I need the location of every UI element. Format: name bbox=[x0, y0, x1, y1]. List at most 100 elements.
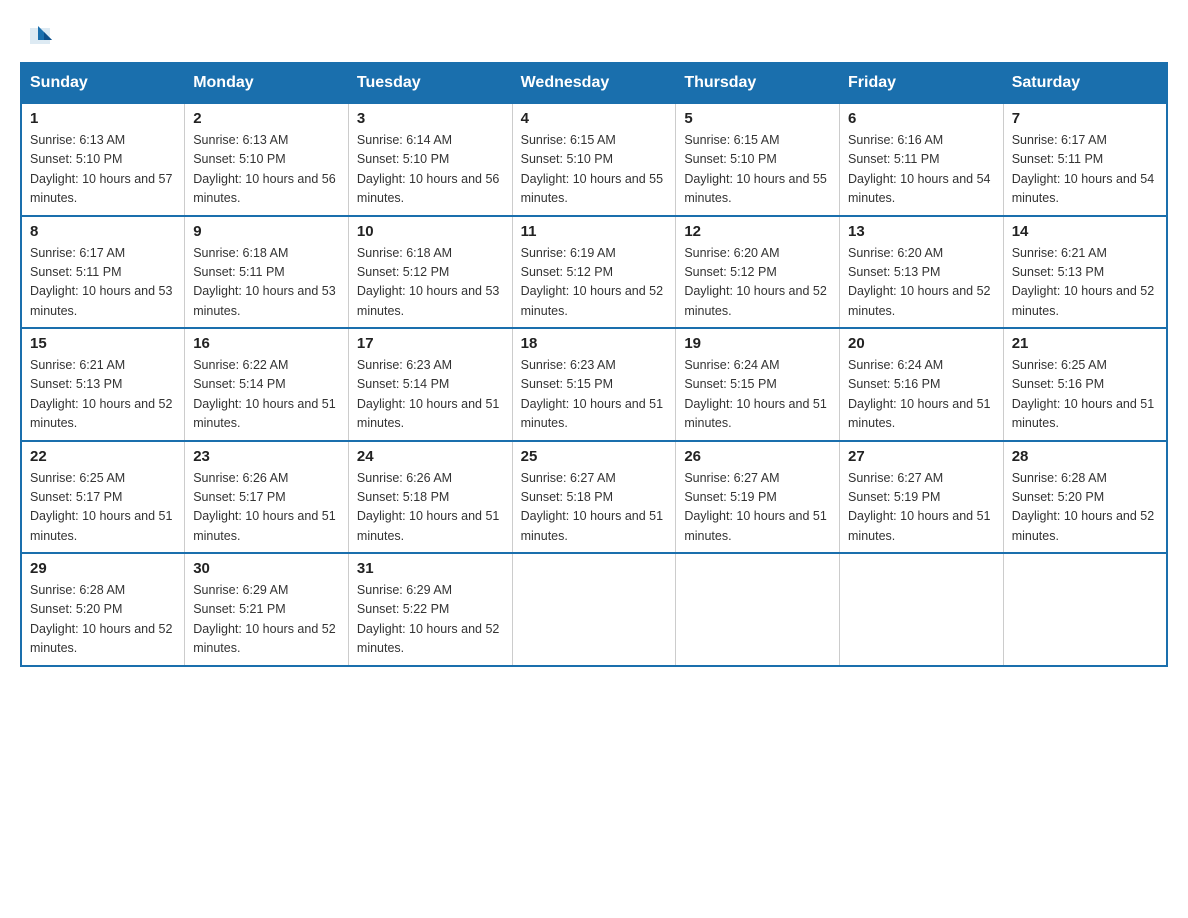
weekday-header-wednesday: Wednesday bbox=[512, 63, 676, 103]
day-info: Sunrise: 6:20 AMSunset: 5:13 PMDaylight:… bbox=[848, 246, 990, 318]
day-number: 3 bbox=[357, 110, 504, 127]
day-number: 8 bbox=[30, 223, 176, 240]
logo bbox=[20, 20, 54, 46]
day-info: Sunrise: 6:27 AMSunset: 5:19 PMDaylight:… bbox=[684, 471, 826, 543]
day-info: Sunrise: 6:26 AMSunset: 5:18 PMDaylight:… bbox=[357, 471, 499, 543]
calendar-cell: 18 Sunrise: 6:23 AMSunset: 5:15 PMDaylig… bbox=[512, 328, 676, 441]
calendar-cell: 3 Sunrise: 6:14 AMSunset: 5:10 PMDayligh… bbox=[348, 103, 512, 216]
calendar-cell: 23 Sunrise: 6:26 AMSunset: 5:17 PMDaylig… bbox=[185, 441, 349, 554]
day-info: Sunrise: 6:29 AMSunset: 5:21 PMDaylight:… bbox=[193, 583, 335, 655]
calendar-header-row: SundayMondayTuesdayWednesdayThursdayFrid… bbox=[21, 63, 1167, 103]
day-info: Sunrise: 6:17 AMSunset: 5:11 PMDaylight:… bbox=[1012, 133, 1154, 205]
calendar-cell: 4 Sunrise: 6:15 AMSunset: 5:10 PMDayligh… bbox=[512, 103, 676, 216]
day-number: 27 bbox=[848, 448, 995, 465]
day-info: Sunrise: 6:18 AMSunset: 5:12 PMDaylight:… bbox=[357, 246, 499, 318]
calendar-cell: 25 Sunrise: 6:27 AMSunset: 5:18 PMDaylig… bbox=[512, 441, 676, 554]
calendar-cell: 10 Sunrise: 6:18 AMSunset: 5:12 PMDaylig… bbox=[348, 216, 512, 329]
calendar-cell: 17 Sunrise: 6:23 AMSunset: 5:14 PMDaylig… bbox=[348, 328, 512, 441]
day-info: Sunrise: 6:16 AMSunset: 5:11 PMDaylight:… bbox=[848, 133, 990, 205]
day-info: Sunrise: 6:21 AMSunset: 5:13 PMDaylight:… bbox=[1012, 246, 1154, 318]
calendar-cell: 14 Sunrise: 6:21 AMSunset: 5:13 PMDaylig… bbox=[1003, 216, 1167, 329]
weekday-header-friday: Friday bbox=[840, 63, 1004, 103]
day-number: 23 bbox=[193, 448, 340, 465]
calendar-cell: 16 Sunrise: 6:22 AMSunset: 5:14 PMDaylig… bbox=[185, 328, 349, 441]
calendar-cell bbox=[1003, 553, 1167, 666]
day-info: Sunrise: 6:26 AMSunset: 5:17 PMDaylight:… bbox=[193, 471, 335, 543]
day-info: Sunrise: 6:23 AMSunset: 5:15 PMDaylight:… bbox=[521, 358, 663, 430]
calendar-cell: 30 Sunrise: 6:29 AMSunset: 5:21 PMDaylig… bbox=[185, 553, 349, 666]
calendar-cell: 2 Sunrise: 6:13 AMSunset: 5:10 PMDayligh… bbox=[185, 103, 349, 216]
day-number: 12 bbox=[684, 223, 831, 240]
calendar-cell: 28 Sunrise: 6:28 AMSunset: 5:20 PMDaylig… bbox=[1003, 441, 1167, 554]
day-number: 2 bbox=[193, 110, 340, 127]
calendar-cell: 19 Sunrise: 6:24 AMSunset: 5:15 PMDaylig… bbox=[676, 328, 840, 441]
calendar-cell: 13 Sunrise: 6:20 AMSunset: 5:13 PMDaylig… bbox=[840, 216, 1004, 329]
weekday-header-monday: Monday bbox=[185, 63, 349, 103]
weekday-header-tuesday: Tuesday bbox=[348, 63, 512, 103]
day-number: 20 bbox=[848, 335, 995, 352]
day-number: 29 bbox=[30, 560, 176, 577]
day-number: 17 bbox=[357, 335, 504, 352]
day-info: Sunrise: 6:29 AMSunset: 5:22 PMDaylight:… bbox=[357, 583, 499, 655]
weekday-header-thursday: Thursday bbox=[676, 63, 840, 103]
day-number: 15 bbox=[30, 335, 176, 352]
day-info: Sunrise: 6:13 AMSunset: 5:10 PMDaylight:… bbox=[193, 133, 335, 205]
day-number: 10 bbox=[357, 223, 504, 240]
weekday-header-saturday: Saturday bbox=[1003, 63, 1167, 103]
day-info: Sunrise: 6:17 AMSunset: 5:11 PMDaylight:… bbox=[30, 246, 172, 318]
calendar-cell: 24 Sunrise: 6:26 AMSunset: 5:18 PMDaylig… bbox=[348, 441, 512, 554]
day-info: Sunrise: 6:27 AMSunset: 5:18 PMDaylight:… bbox=[521, 471, 663, 543]
calendar-cell: 6 Sunrise: 6:16 AMSunset: 5:11 PMDayligh… bbox=[840, 103, 1004, 216]
day-info: Sunrise: 6:14 AMSunset: 5:10 PMDaylight:… bbox=[357, 133, 499, 205]
logo-icon bbox=[22, 20, 54, 52]
calendar-cell: 8 Sunrise: 6:17 AMSunset: 5:11 PMDayligh… bbox=[21, 216, 185, 329]
calendar-cell bbox=[840, 553, 1004, 666]
day-number: 9 bbox=[193, 223, 340, 240]
weekday-header-sunday: Sunday bbox=[21, 63, 185, 103]
day-number: 28 bbox=[1012, 448, 1158, 465]
day-info: Sunrise: 6:25 AMSunset: 5:17 PMDaylight:… bbox=[30, 471, 172, 543]
calendar-week-row: 29 Sunrise: 6:28 AMSunset: 5:20 PMDaylig… bbox=[21, 553, 1167, 666]
day-number: 6 bbox=[848, 110, 995, 127]
calendar-table: SundayMondayTuesdayWednesdayThursdayFrid… bbox=[20, 62, 1168, 667]
calendar-cell bbox=[676, 553, 840, 666]
calendar-week-row: 15 Sunrise: 6:21 AMSunset: 5:13 PMDaylig… bbox=[21, 328, 1167, 441]
day-number: 25 bbox=[521, 448, 668, 465]
calendar-cell: 11 Sunrise: 6:19 AMSunset: 5:12 PMDaylig… bbox=[512, 216, 676, 329]
day-info: Sunrise: 6:13 AMSunset: 5:10 PMDaylight:… bbox=[30, 133, 172, 205]
day-number: 21 bbox=[1012, 335, 1158, 352]
day-number: 1 bbox=[30, 110, 176, 127]
day-info: Sunrise: 6:23 AMSunset: 5:14 PMDaylight:… bbox=[357, 358, 499, 430]
day-info: Sunrise: 6:19 AMSunset: 5:12 PMDaylight:… bbox=[521, 246, 663, 318]
day-number: 7 bbox=[1012, 110, 1158, 127]
calendar-cell: 22 Sunrise: 6:25 AMSunset: 5:17 PMDaylig… bbox=[21, 441, 185, 554]
day-info: Sunrise: 6:15 AMSunset: 5:10 PMDaylight:… bbox=[684, 133, 826, 205]
day-info: Sunrise: 6:28 AMSunset: 5:20 PMDaylight:… bbox=[1012, 471, 1154, 543]
day-number: 22 bbox=[30, 448, 176, 465]
calendar-cell: 1 Sunrise: 6:13 AMSunset: 5:10 PMDayligh… bbox=[21, 103, 185, 216]
day-number: 31 bbox=[357, 560, 504, 577]
day-info: Sunrise: 6:20 AMSunset: 5:12 PMDaylight:… bbox=[684, 246, 826, 318]
day-number: 30 bbox=[193, 560, 340, 577]
day-number: 11 bbox=[521, 223, 668, 240]
calendar-week-row: 8 Sunrise: 6:17 AMSunset: 5:11 PMDayligh… bbox=[21, 216, 1167, 329]
day-number: 4 bbox=[521, 110, 668, 127]
calendar-cell: 29 Sunrise: 6:28 AMSunset: 5:20 PMDaylig… bbox=[21, 553, 185, 666]
day-number: 19 bbox=[684, 335, 831, 352]
day-info: Sunrise: 6:15 AMSunset: 5:10 PMDaylight:… bbox=[521, 133, 663, 205]
day-info: Sunrise: 6:18 AMSunset: 5:11 PMDaylight:… bbox=[193, 246, 335, 318]
calendar-week-row: 22 Sunrise: 6:25 AMSunset: 5:17 PMDaylig… bbox=[21, 441, 1167, 554]
day-number: 16 bbox=[193, 335, 340, 352]
page-header bbox=[20, 20, 1168, 46]
calendar-cell: 12 Sunrise: 6:20 AMSunset: 5:12 PMDaylig… bbox=[676, 216, 840, 329]
day-number: 5 bbox=[684, 110, 831, 127]
calendar-cell: 20 Sunrise: 6:24 AMSunset: 5:16 PMDaylig… bbox=[840, 328, 1004, 441]
calendar-cell: 27 Sunrise: 6:27 AMSunset: 5:19 PMDaylig… bbox=[840, 441, 1004, 554]
calendar-cell: 26 Sunrise: 6:27 AMSunset: 5:19 PMDaylig… bbox=[676, 441, 840, 554]
day-info: Sunrise: 6:28 AMSunset: 5:20 PMDaylight:… bbox=[30, 583, 172, 655]
day-info: Sunrise: 6:25 AMSunset: 5:16 PMDaylight:… bbox=[1012, 358, 1154, 430]
day-number: 26 bbox=[684, 448, 831, 465]
day-number: 13 bbox=[848, 223, 995, 240]
day-number: 24 bbox=[357, 448, 504, 465]
day-number: 14 bbox=[1012, 223, 1158, 240]
